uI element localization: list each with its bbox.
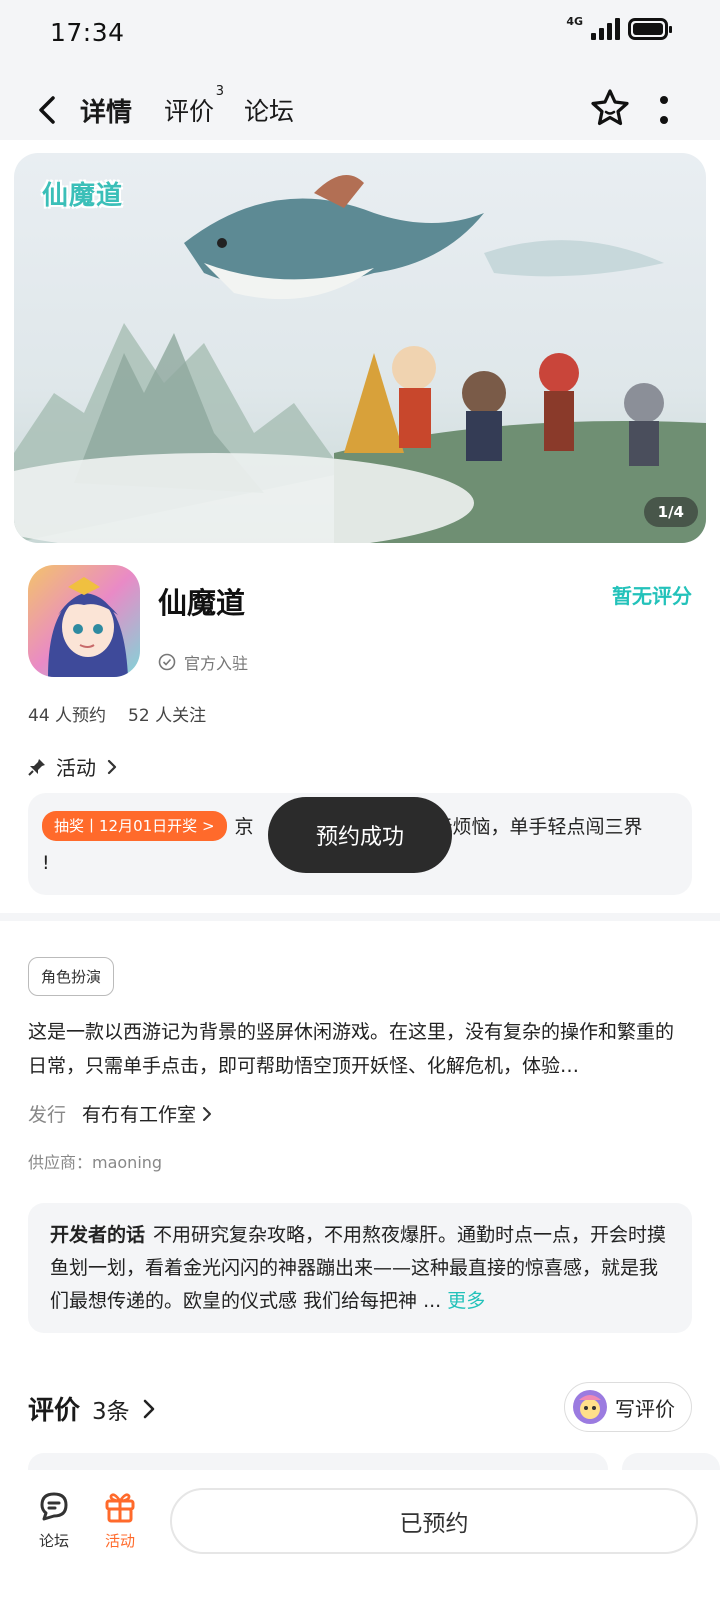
publisher-label: 发行 <box>28 1104 67 1126</box>
app-stats: 44 人预约 52 人关注 <box>28 701 206 726</box>
signal-icon <box>591 18 620 40</box>
write-review-button[interactable]: 写评价 <box>564 1382 692 1432</box>
toast-message: 预约成功 <box>268 797 452 873</box>
more-vertical-icon[interactable] <box>658 92 670 128</box>
reviews-count: 3条 <box>92 1398 130 1425</box>
bottom-tab-activity[interactable]: 活动 <box>90 1488 150 1551</box>
banner-logo: 仙魔道 <box>42 181 124 211</box>
forum-chat-icon <box>40 1492 68 1521</box>
developer-note-label: 开发者的话 <box>50 1224 146 1246</box>
tab-forum[interactable]: 论坛 <box>244 92 294 128</box>
tab-reviews-label: 评价 <box>164 97 215 126</box>
chevron-left-icon <box>39 96 55 124</box>
genre-tag[interactable]: 角色扮演 <box>28 957 115 996</box>
reservation-count: 44 人预约 <box>28 706 107 726</box>
write-review-label: 写评价 <box>615 1396 675 1421</box>
app-name: 仙魔道 <box>158 586 246 620</box>
supplier-info: 供应商：maoning <box>28 1153 163 1172</box>
chevron-right-icon <box>143 1399 154 1418</box>
activity-text-end: 无烦恼，单手轻点闯三界 <box>433 816 643 838</box>
tab-details-label: 详情 <box>80 98 133 128</box>
official-label: 官方入驻 <box>184 654 249 673</box>
status-bar: 17:34 4G <box>0 0 720 68</box>
status-indicators: 4G <box>566 14 672 40</box>
bottom-tab-forum-label: 论坛 <box>38 1532 69 1550</box>
chevron-right-icon <box>203 1106 212 1121</box>
status-time: 17:34 <box>50 18 125 47</box>
developer-note-more-link[interactable]: 更多 <box>447 1290 485 1312</box>
tab-reviews[interactable]: 评价 3 <box>164 84 224 128</box>
battery-icon <box>628 18 672 40</box>
activity-text-start: 京 <box>234 816 254 838</box>
media-carousel[interactable]: 仙魔道 1/4 <box>14 153 706 543</box>
top-nav: 详情 评价 3 论坛 <box>0 80 720 140</box>
activity-section-header[interactable]: 活动 <box>28 752 118 781</box>
app-icon <box>28 565 140 677</box>
game-description[interactable]: 这是一款以西游记为背景的竖屏休闲游戏。在这里，没有复杂的操作和繁重的日常，只需单… <box>28 1015 692 1083</box>
favorite-button[interactable] <box>588 86 632 130</box>
follow-count: 52 人关注 <box>128 706 207 726</box>
reviews-title: 评价 <box>28 1396 81 1426</box>
bottom-tab-activity-label: 活动 <box>104 1532 135 1550</box>
gift-icon <box>105 1493 135 1523</box>
network-type: 4G <box>566 14 583 28</box>
activity-text-line2: ! <box>42 852 50 874</box>
rating-status: 暂无评分 <box>612 584 692 608</box>
reserved-button[interactable]: 已预约 <box>170 1488 698 1554</box>
bottom-action-bar: 论坛 活动 已预约 <box>0 1470 720 1600</box>
tab-reviews-badge: 3 <box>215 84 225 99</box>
lottery-tag: 抽奖丨12月01日开奖 > <box>42 811 227 841</box>
bottom-tab-forum[interactable]: 论坛 <box>24 1488 84 1551</box>
official-badge: 官方入驻 <box>158 650 248 674</box>
check-circle-icon <box>158 653 176 671</box>
back-button[interactable] <box>30 90 64 130</box>
star-icon <box>591 89 629 126</box>
activity-header-label: 活动 <box>56 756 96 780</box>
user-avatar <box>573 1390 607 1424</box>
pin-icon <box>28 758 45 776</box>
developer-note-card[interactable]: 开发者的话 不用研究复杂攻略，不用熬夜爆肝。通勤时点一点，开会时摸鱼划一划，看着金… <box>28 1203 692 1333</box>
tab-details[interactable]: 详情 <box>76 92 137 131</box>
publisher-name: 有冇有工作室 <box>82 1104 197 1126</box>
carousel-counter: 1/4 <box>643 497 698 527</box>
reviews-section-header[interactable]: 评价 3条 <box>28 1390 156 1427</box>
publisher-row[interactable]: 发行 有冇有工作室 <box>28 1100 212 1127</box>
tab-forum-label: 论坛 <box>244 97 295 126</box>
chevron-right-icon <box>107 759 117 774</box>
section-divider <box>0 913 720 921</box>
